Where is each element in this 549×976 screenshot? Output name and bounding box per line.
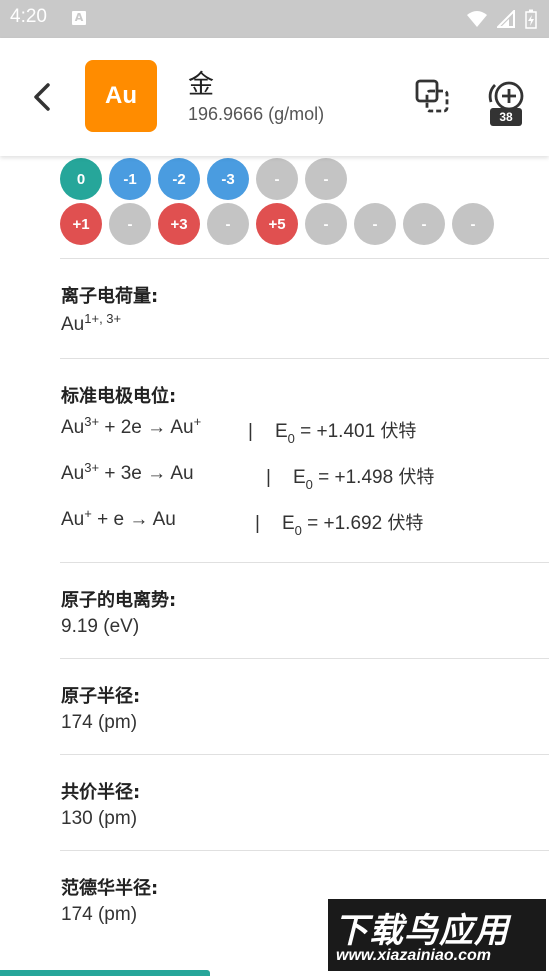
- electrode-equation: Au+ + e → Au | E0 = +1.692 伏特: [61, 506, 424, 538]
- oxidation-state-chip[interactable]: +3: [158, 203, 200, 245]
- notification-icon: A: [72, 11, 86, 25]
- bottom-indicator: [0, 970, 210, 976]
- oxidation-state-chip[interactable]: +1: [60, 203, 102, 245]
- ionization-potential-value: 9.19 (eV): [61, 616, 140, 637]
- watermark-title: 下载鸟应用: [334, 911, 509, 951]
- van-der-waals-radius-value: 174 (pm): [61, 904, 138, 925]
- divider: [60, 658, 549, 659]
- element-name: 金: [188, 70, 215, 100]
- divider: [60, 258, 549, 259]
- oxidation-state-chip[interactable]: -: [207, 203, 249, 245]
- oxidation-state-chip[interactable]: -1: [109, 158, 151, 200]
- oxidation-state-chip[interactable]: -: [109, 203, 151, 245]
- atomic-radius-label: 原子半径:: [61, 686, 141, 707]
- watermark-logo: 下载鸟应用 www.xiazainiao.com: [328, 899, 546, 971]
- status-time: 4:20: [10, 6, 47, 27]
- atomic-radius-value: 174 (pm): [61, 712, 138, 733]
- divider: [60, 850, 549, 851]
- divider: [60, 562, 549, 563]
- watermark-url: www.xiazainiao.com: [336, 947, 492, 964]
- back-arrow-icon[interactable]: [28, 80, 58, 114]
- status-bar: 4:20 A: [0, 0, 549, 38]
- element-header: Au 金 196.9666 (g/mol) 38: [0, 38, 549, 156]
- oxidation-state-chip[interactable]: -: [256, 158, 298, 200]
- covalent-radius-label: 共价半径:: [61, 782, 141, 803]
- ion-charge-value: Au1+, 3+: [61, 311, 122, 335]
- ionization-potential-label: 原子的电离势:: [61, 590, 177, 611]
- electrode-equation: Au3+ + 2e → Au+ | E0 = +1.401 伏特: [61, 414, 417, 446]
- ion-charge-label: 离子电荷量:: [61, 286, 159, 307]
- element-symbol-tile: Au: [85, 60, 157, 132]
- oxidation-state-chip[interactable]: -: [305, 158, 347, 200]
- divider: [60, 754, 549, 755]
- oxidation-state-chip[interactable]: -: [452, 203, 494, 245]
- oxidation-state-chip[interactable]: -2: [158, 158, 200, 200]
- oxidation-state-chip[interactable]: -3: [207, 158, 249, 200]
- oxidation-state-chip[interactable]: -: [305, 203, 347, 245]
- oxidation-state-chip[interactable]: -: [354, 203, 396, 245]
- signal-icon: [497, 10, 515, 28]
- molar-mass: 196.9666 (g/mol): [188, 104, 325, 124]
- electrode-equation: Au3+ + 3e → Au | E0 = +1.498 伏特: [61, 460, 435, 492]
- covalent-radius-value: 130 (pm): [61, 808, 138, 829]
- oxidation-state-chip[interactable]: 0: [60, 158, 102, 200]
- divider: [60, 358, 549, 359]
- compare-icon[interactable]: [414, 78, 450, 114]
- electrode-potential-label: 标准电极电位:: [61, 386, 177, 407]
- battery-icon: [525, 9, 537, 29]
- oxidation-state-chip[interactable]: +5: [256, 203, 298, 245]
- oxidation-states-row-2: +1- +3- +5- - - -: [60, 203, 494, 245]
- wifi-icon: [467, 11, 487, 27]
- element-count-badge: 38: [490, 108, 522, 126]
- van-der-waals-radius-label: 范德华半径:: [61, 878, 159, 899]
- oxidation-states-row-1: 0 -1 -2 -3- -: [60, 158, 347, 200]
- oxidation-state-chip[interactable]: -: [403, 203, 445, 245]
